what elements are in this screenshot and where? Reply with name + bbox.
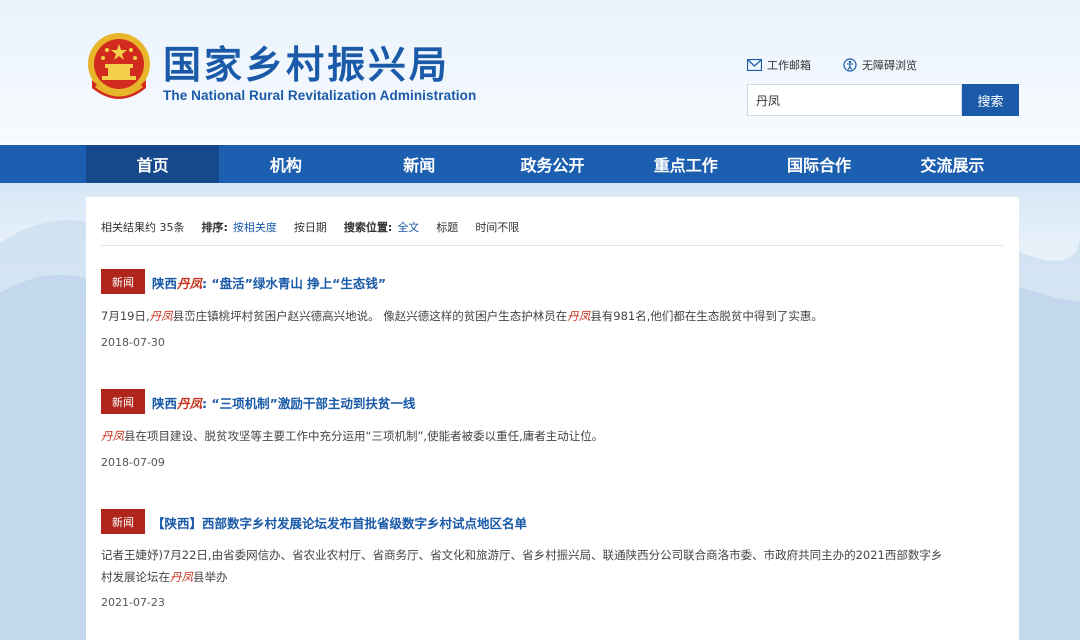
keyword-highlight: 丹凤 bbox=[149, 309, 173, 323]
title-part: 陕西 bbox=[152, 396, 178, 411]
result-date: 2018-07-30 bbox=[101, 336, 165, 349]
search-results-panel: 相关结果约 35条 排序: 按相关度 按日期 搜索位置: 全文 标题 时间不限 … bbox=[86, 197, 1019, 640]
result-tag: 新闻 bbox=[101, 269, 145, 294]
title-part: : “盘活”绿水青山 挣上“生态钱” bbox=[202, 276, 387, 291]
title-part: 陕西 bbox=[152, 276, 178, 291]
sort-label: 排序: bbox=[201, 221, 228, 234]
result-snippet: 丹凤县在项目建设、脱贫攻坚等主要工作中充分运用“三项机制”,使能者被委以重任,庸… bbox=[101, 425, 1001, 447]
national-emblem-icon bbox=[88, 33, 150, 99]
site-title-cn: 国家乡村振兴局 bbox=[163, 43, 451, 87]
title-part: : “三项机制”激励干部主动到扶贫一线 bbox=[202, 396, 416, 411]
snippet-part: 县在项目建设、脱贫攻坚等主要工作中充分运用“三项机制”,使能者被委以重任,庸者主… bbox=[124, 429, 604, 443]
site-header: 国家乡村振兴局 The National Rural Revitalizatio… bbox=[0, 0, 1080, 145]
accessibility-link[interactable]: 无障碍浏览 bbox=[843, 57, 917, 73]
keyword-highlight: 丹凤 bbox=[567, 309, 591, 323]
nav-item-home[interactable]: 首页 bbox=[86, 145, 220, 183]
work-email-link[interactable]: 工作邮箱 bbox=[747, 57, 811, 73]
result-title-link[interactable]: 【陕西】西部数字乡村发展论坛发布首批省级数字乡村试点地区名单 bbox=[152, 513, 527, 532]
search-input[interactable] bbox=[747, 84, 962, 116]
main-nav: 首页 机构 新闻 政务公开 重点工作 国际合作 交流展示 bbox=[0, 145, 1080, 183]
result-snippet: 7月19日,丹凤县峦庄镇桃坪村贫困户赵兴德高兴地说。 像赵兴德这样的贫困户生态护… bbox=[101, 305, 1001, 327]
result-title-link[interactable]: 陕西丹凤: “三项机制”激励干部主动到扶贫一线 bbox=[152, 393, 415, 412]
snippet-line: 村发展论坛在丹凤县举办 bbox=[101, 566, 1001, 588]
site-title-en: The National Rural Revitalization Admini… bbox=[163, 88, 477, 103]
nav-item-key-work[interactable]: 重点工作 bbox=[619, 145, 752, 183]
nav-item-international[interactable]: 国际合作 bbox=[752, 145, 885, 183]
keyword-highlight: 丹凤 bbox=[170, 570, 193, 584]
title-part: 【陕西】西部数字乡村发展论坛发布首批省级数字乡村试点地区名单 bbox=[152, 516, 528, 531]
time-filter[interactable]: 时间不限 bbox=[475, 219, 519, 235]
result-tag: 新闻 bbox=[101, 509, 145, 534]
accessibility-icon bbox=[843, 58, 857, 72]
snippet-part: 县有981名,他们都在生态脱贫中得到了实惠。 bbox=[590, 309, 823, 323]
result-filter-bar: 相关结果约 35条 排序: 按相关度 按日期 搜索位置: 全文 标题 时间不限 bbox=[101, 219, 536, 235]
result-snippet: 记者王婕妤)7月22日,由省委网信办、省农业农村厅、省商务厅、省文化和旅游厅、省… bbox=[101, 544, 1001, 588]
nav-item-organization[interactable]: 机构 bbox=[219, 145, 352, 183]
nav-item-news[interactable]: 新闻 bbox=[353, 145, 486, 183]
accessibility-label: 无障碍浏览 bbox=[862, 59, 917, 72]
snippet-part: 7月19日, bbox=[101, 309, 150, 323]
result-date: 2021-07-23 bbox=[101, 596, 165, 609]
nav-item-exchange[interactable]: 交流展示 bbox=[886, 145, 1019, 183]
sort-by-date[interactable]: 按日期 bbox=[294, 219, 327, 235]
snippet-line: 记者王婕妤)7月22日,由省委网信办、省农业农村厅、省商务厅、省文化和旅游厅、省… bbox=[101, 548, 943, 562]
sort-by-relevance[interactable]: 按相关度 bbox=[233, 219, 277, 235]
keyword-highlight: 丹凤 bbox=[177, 396, 203, 411]
nav-item-government-affairs[interactable]: 政务公开 bbox=[486, 145, 619, 183]
snippet-part: 县举办 bbox=[193, 570, 228, 584]
result-count: 相关结果约 35条 bbox=[101, 221, 185, 234]
snippet-part: 县峦庄镇桃坪村贫困户赵兴德高兴地说。 像赵兴德这样的贫困户生态护林员在 bbox=[172, 309, 568, 323]
position-fulltext[interactable]: 全文 bbox=[397, 219, 419, 235]
result-tag: 新闻 bbox=[101, 389, 145, 414]
mail-icon bbox=[747, 59, 762, 71]
search-button[interactable]: 搜索 bbox=[962, 84, 1019, 116]
work-email-label: 工作邮箱 bbox=[767, 59, 811, 72]
filter-divider bbox=[101, 245, 1003, 246]
result-date: 2018-07-09 bbox=[101, 456, 165, 469]
position-title[interactable]: 标题 bbox=[436, 219, 458, 235]
keyword-highlight: 丹凤 bbox=[101, 429, 124, 443]
search-position-label: 搜索位置: bbox=[343, 221, 393, 234]
result-title-link[interactable]: 陕西丹凤: “盘活”绿水青山 挣上“生态钱” bbox=[152, 273, 386, 292]
snippet-part: 村发展论坛在 bbox=[101, 570, 170, 584]
keyword-highlight: 丹凤 bbox=[177, 276, 203, 291]
